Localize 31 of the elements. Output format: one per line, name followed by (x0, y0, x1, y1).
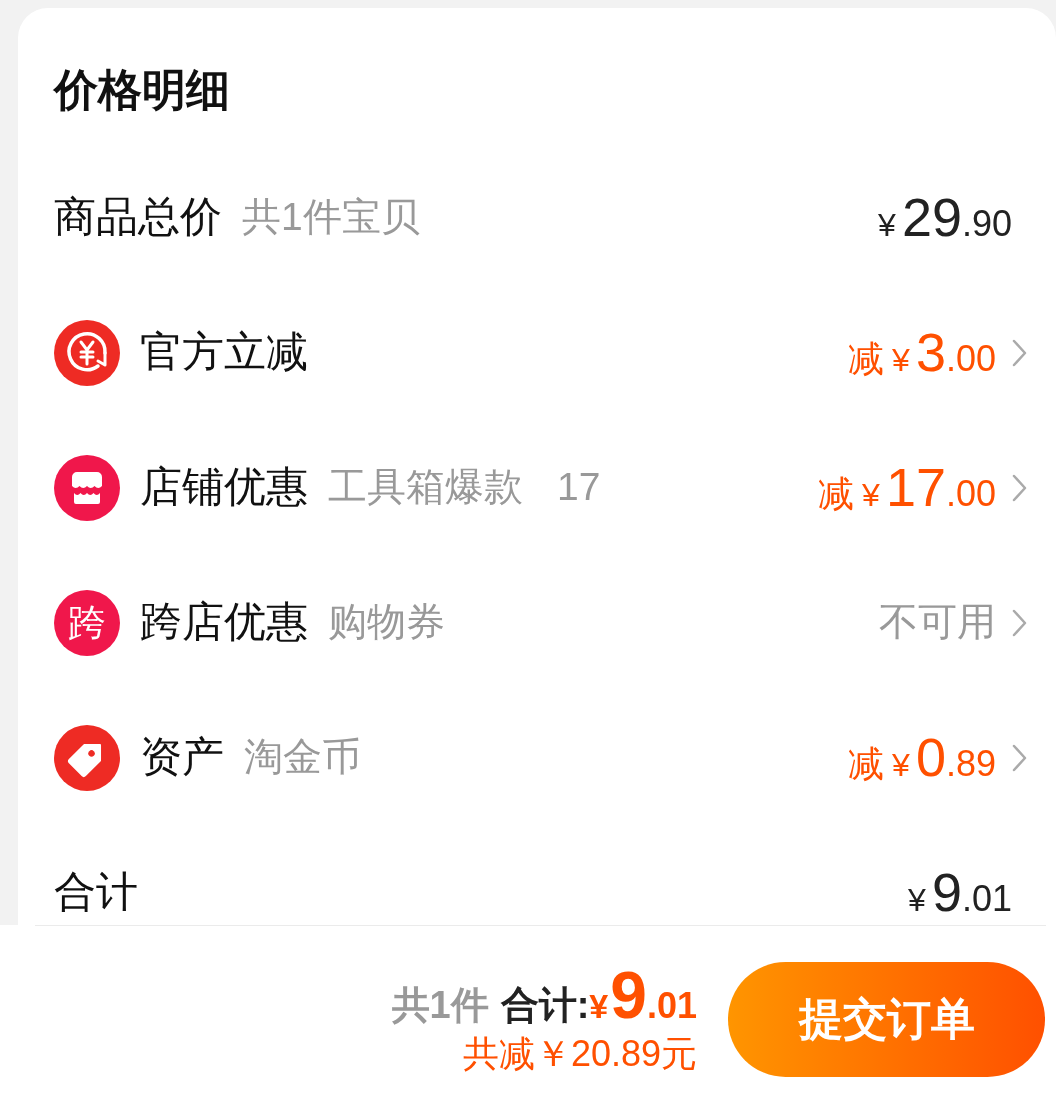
submit-order-button[interactable]: 提交订单 (728, 961, 1045, 1077)
row-label: 跨店优惠 (140, 597, 308, 648)
cross-store-badge: 跨 (54, 589, 120, 656)
yuan-coin-icon (54, 319, 120, 386)
item-count: 共1件 (391, 982, 489, 1028)
row-note: 共1件宝贝 (242, 194, 420, 241)
row-label: 商品总价 (54, 192, 222, 243)
savings-text: 共减￥20.89元 (462, 1031, 697, 1076)
tag-icon (54, 724, 120, 791)
total-label: 合计: (500, 982, 590, 1028)
row-label: 合计 (54, 867, 138, 918)
price-text: ¥29.90 (878, 187, 1012, 248)
discount-amount: 减 ¥17.00 (818, 457, 996, 518)
row-count: 17 (557, 464, 601, 511)
chevron-right-icon[interactable] (1012, 473, 1027, 502)
discount-amount: 减 ¥0.89 (848, 727, 996, 788)
row-label: 资产 (140, 732, 224, 783)
row-note: 工具箱爆款 (328, 464, 523, 511)
discount-amount: 减 ¥3.00 (848, 322, 996, 383)
store-icon (54, 454, 120, 521)
row-note: 购物券 (328, 599, 445, 646)
row-note: 淘金币 (244, 734, 361, 781)
price-text: ¥9.01 (908, 862, 1012, 923)
row-label: 官方立减 (140, 327, 308, 378)
row-label: 店铺优惠 (140, 462, 308, 513)
section-title: 价格明细 (54, 64, 230, 116)
chevron-right-icon[interactable] (1012, 743, 1027, 772)
total-price: ¥9.01 (589, 960, 697, 1030)
chevron-right-icon[interactable] (1012, 338, 1027, 367)
status-text: 不可用 (879, 599, 996, 646)
chevron-right-icon[interactable] (1012, 608, 1027, 637)
